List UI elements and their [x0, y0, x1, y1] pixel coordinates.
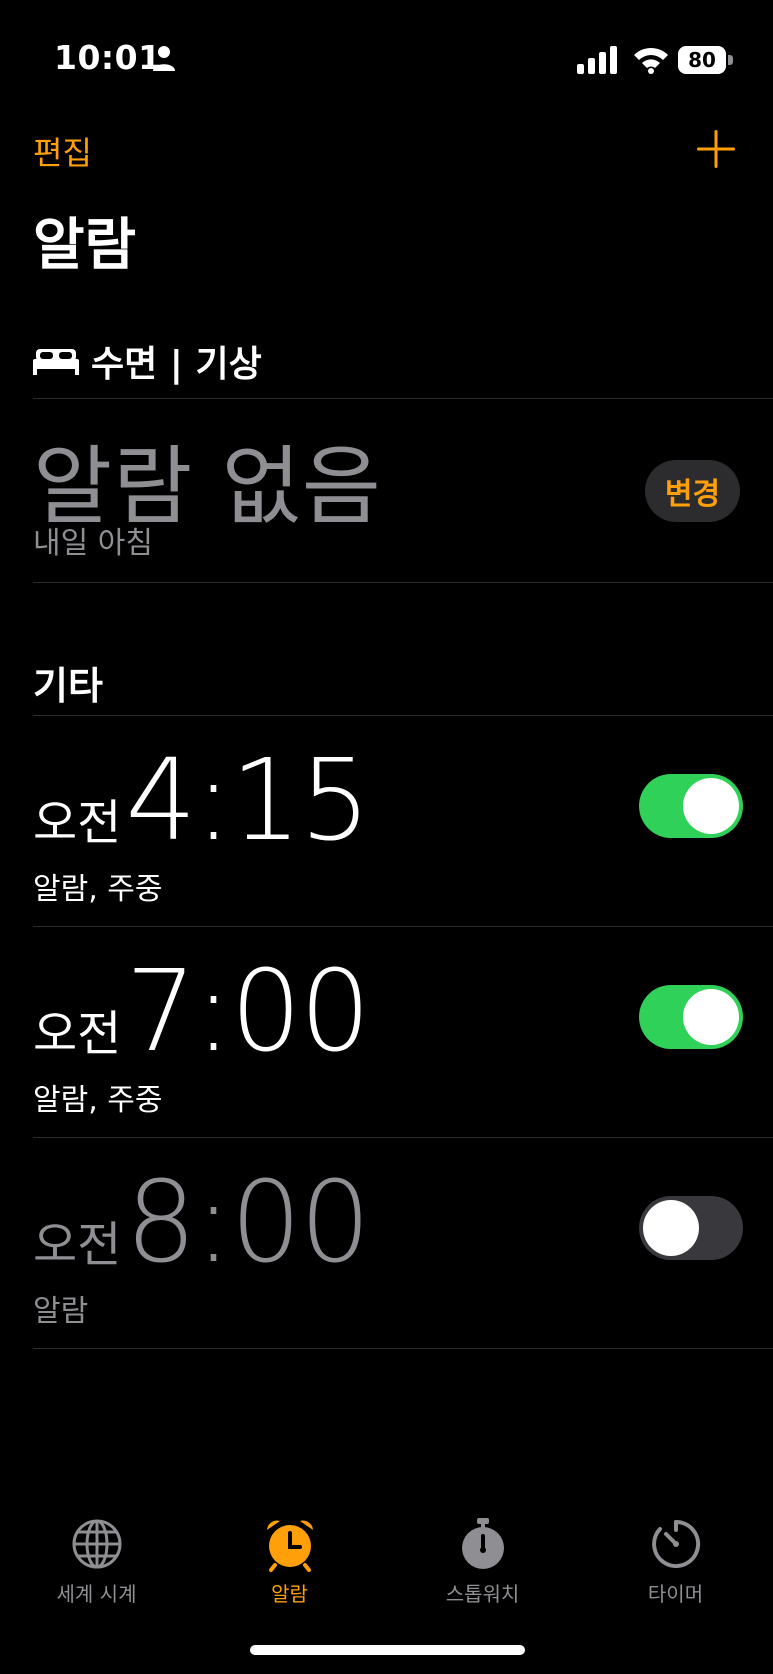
timer-icon	[651, 1519, 700, 1568]
wifi-icon	[634, 47, 668, 74]
edit-button[interactable]: 편집	[33, 128, 92, 174]
globe-icon	[72, 1519, 121, 1569]
battery-level: 80	[688, 48, 716, 72]
alarm-toggle[interactable]	[639, 1196, 743, 1260]
bed-icon	[33, 349, 79, 375]
alarm-label: 알람, 주중	[33, 1083, 163, 1118]
add-alarm-icon[interactable]	[697, 130, 735, 168]
alarm-clock-icon	[266, 1520, 313, 1572]
tab-stopwatch[interactable]: 스톱워치	[386, 1516, 579, 1607]
sleep-section-header: 수면 | 기상	[33, 336, 262, 386]
alarm-row[interactable]: 오전 4:15 알람, 주중	[0, 716, 773, 926]
page-title: 알람	[33, 213, 137, 278]
change-sleep-button[interactable]: 변경	[645, 460, 740, 522]
alarm-label: 알람	[33, 1294, 89, 1329]
sleep-subtitle: 내일 아침	[33, 526, 153, 561]
alarm-row[interactable]: 오전 7:00 알람, 주중	[0, 927, 773, 1137]
alarm-time: 4:15	[125, 736, 371, 866]
other-section-title: 기타	[33, 664, 103, 708]
alarm-label: 알람, 주중	[33, 872, 163, 907]
sleep-title: 수면 | 기상	[91, 344, 262, 385]
alarm-toggle[interactable]	[639, 774, 743, 838]
tab-label: 타이머	[647, 1582, 704, 1606]
divider	[33, 582, 773, 583]
tab-label: 스톱워치	[445, 1582, 520, 1606]
battery-indicator: 80	[678, 46, 734, 74]
person-icon	[153, 46, 175, 71]
tab-label: 알람	[271, 1582, 308, 1606]
tab-timer[interactable]: 타이머	[579, 1516, 772, 1607]
tab-world-clock[interactable]: 세계 시계	[0, 1516, 193, 1607]
home-indicator[interactable]	[250, 1645, 525, 1655]
tab-alarm[interactable]: 알람	[193, 1516, 386, 1607]
alarm-time: 7:00	[125, 947, 371, 1077]
alarm-time: 8:00	[125, 1158, 371, 1288]
stopwatch-icon	[461, 1518, 504, 1569]
tab-label: 세계 시계	[56, 1582, 137, 1606]
alarm-row[interactable]: 오전 8:00 알람	[0, 1138, 773, 1348]
cellular-signal-icon	[577, 46, 617, 74]
alarm-ampm: 오전	[33, 1006, 122, 1062]
alarm-ampm: 오전	[33, 1217, 122, 1273]
divider	[33, 1348, 773, 1349]
alarm-toggle[interactable]	[639, 985, 743, 1049]
alarm-ampm: 오전	[33, 795, 122, 851]
divider	[33, 398, 773, 399]
status-time: 10:01	[54, 38, 162, 77]
